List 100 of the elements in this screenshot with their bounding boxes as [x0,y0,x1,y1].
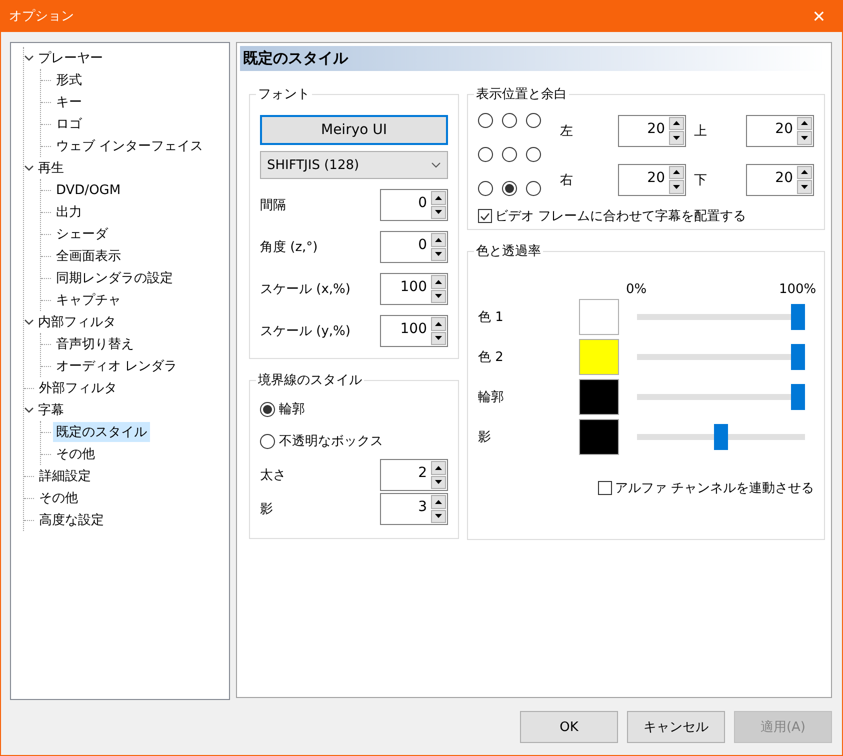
spin-up-button[interactable] [431,275,446,288]
spin-up-button[interactable] [431,191,446,204]
spin-down-button[interactable] [431,510,446,523]
number-spin-field[interactable]: 0 [380,189,448,221]
checkbox[interactable] [598,481,612,495]
slider-thumb[interactable] [714,424,728,450]
tree-item[interactable]: ウェブ インターフェイス [53,136,206,156]
spin-down-button[interactable] [669,180,684,194]
radio-button[interactable] [260,402,275,416]
alignment-radio[interactable] [526,113,541,128]
spin-down-button[interactable] [431,476,446,489]
spin-down-button[interactable] [431,290,446,303]
expand-caret-icon[interactable] [24,317,34,327]
slider-thumb[interactable] [791,344,805,370]
number-spin-field[interactable]: 20 [746,164,814,196]
down-triangle-icon [673,184,680,189]
alignment-radio[interactable] [478,147,493,162]
number-spin-field[interactable]: 20 [618,114,686,146]
number-spin-field[interactable]: 100 [380,315,448,347]
tree-item[interactable]: 形式 [53,70,85,90]
checkbox-label: ビデオ フレームに合わせて字幕を配置する [495,208,746,225]
alignment-radio[interactable] [502,181,517,196]
tree-item[interactable]: DVD/OGM [53,182,124,198]
tree-item[interactable]: 音声切り替え [53,334,137,354]
tree-item[interactable]: 再生 [35,158,67,178]
tree-item[interactable]: 全画面表示 [53,246,124,266]
window-title: オプション [8,8,74,25]
field-label: スケール (y,%) [260,323,350,340]
slider-thumb[interactable] [791,304,805,330]
color-swatch[interactable] [579,299,619,335]
tree-item[interactable]: プレーヤー [35,48,106,68]
number-spin-field[interactable]: 20 [746,114,814,146]
spin-down-button[interactable] [797,180,812,194]
dialog-button[interactable]: キャンセル [627,711,725,743]
color-swatch[interactable] [579,339,619,375]
tree-item[interactable]: ロゴ [53,114,85,134]
number-spin-field[interactable]: 0 [380,231,448,263]
spin-down-button[interactable] [797,131,812,144]
number-spin-field[interactable]: 20 [618,164,686,196]
field-label: 右 [559,172,574,188]
alignment-radio[interactable] [526,181,541,196]
number-spin-field[interactable]: 3 [380,493,448,525]
alignment-radio[interactable] [502,113,517,128]
alignment-radio[interactable] [526,147,541,162]
tree-item[interactable]: 高度な設定 [36,510,107,530]
spin-down-button[interactable] [431,206,446,219]
tree-item[interactable]: その他 [36,488,81,508]
slider-thumb[interactable] [791,384,805,410]
down-triangle-icon [435,514,442,518]
field-label: 左 [559,122,574,140]
spin-down-button[interactable] [431,248,446,261]
number-spin-field[interactable]: 100 [380,273,448,305]
opacity-slider[interactable] [637,304,805,330]
scale-label: 0% [626,282,647,297]
tree-item[interactable]: 出力 [53,202,85,222]
expand-caret-icon[interactable] [24,53,34,63]
radio-label: 輪郭 [279,401,305,418]
expand-caret-icon[interactable] [24,163,34,173]
tree-item[interactable]: その他 [53,444,98,464]
expand-caret-icon[interactable] [24,405,34,415]
color-swatch[interactable] [579,379,619,415]
tree-item[interactable]: 既定のスタイル [53,422,150,442]
checkbox[interactable] [478,209,492,223]
number-spin-field[interactable]: 2 [380,459,448,491]
spin-up-button[interactable] [669,166,684,179]
alignment-radio[interactable] [478,181,493,196]
opacity-slider[interactable] [637,384,805,410]
alignment-radio[interactable] [478,113,493,128]
checkbox-label: アルファ チャンネルを連動させる [615,480,814,497]
group-title: 表示位置と余白 [475,86,568,103]
tree-item[interactable]: オーディオ レンダラ [53,356,180,376]
tree-item[interactable]: 同期レンダラの設定 [53,268,176,288]
tree-item[interactable]: キャプチャ [53,290,124,310]
alignment-radio[interactable] [502,147,517,162]
tree-item[interactable]: 外部フィルタ [36,378,120,398]
tree-item[interactable]: シェーダ [53,224,111,244]
opacity-slider[interactable] [637,424,805,450]
opacity-slider[interactable] [637,344,805,370]
spin-up-button[interactable] [431,495,446,508]
spin-up-button[interactable] [797,166,812,179]
tree-item[interactable]: 字幕 [35,400,67,420]
down-triangle-icon [673,136,680,140]
down-triangle-icon [435,294,442,298]
radio-button[interactable] [260,434,275,448]
tree-item[interactable]: キー [53,92,85,112]
spin-up-button[interactable] [431,233,446,246]
radio-label: 不透明なボックス [279,433,383,450]
spin-down-button[interactable] [669,131,684,144]
font-button[interactable]: Meiryo UI [260,115,448,145]
spin-down-button[interactable] [431,332,446,345]
spin-up-button[interactable] [797,116,812,130]
color-swatch[interactable] [579,419,619,455]
charset-dropdown[interactable]: SHIFTJIS (128) [260,151,448,179]
field-label: 下 [693,172,708,188]
spin-up-button[interactable] [431,317,446,330]
tree-item[interactable]: 内部フィルタ [35,312,119,332]
tree-item[interactable]: 詳細設定 [36,466,94,486]
spin-up-button[interactable] [669,116,684,130]
dialog-button[interactable]: OK [520,711,618,743]
spin-up-button[interactable] [431,461,446,474]
